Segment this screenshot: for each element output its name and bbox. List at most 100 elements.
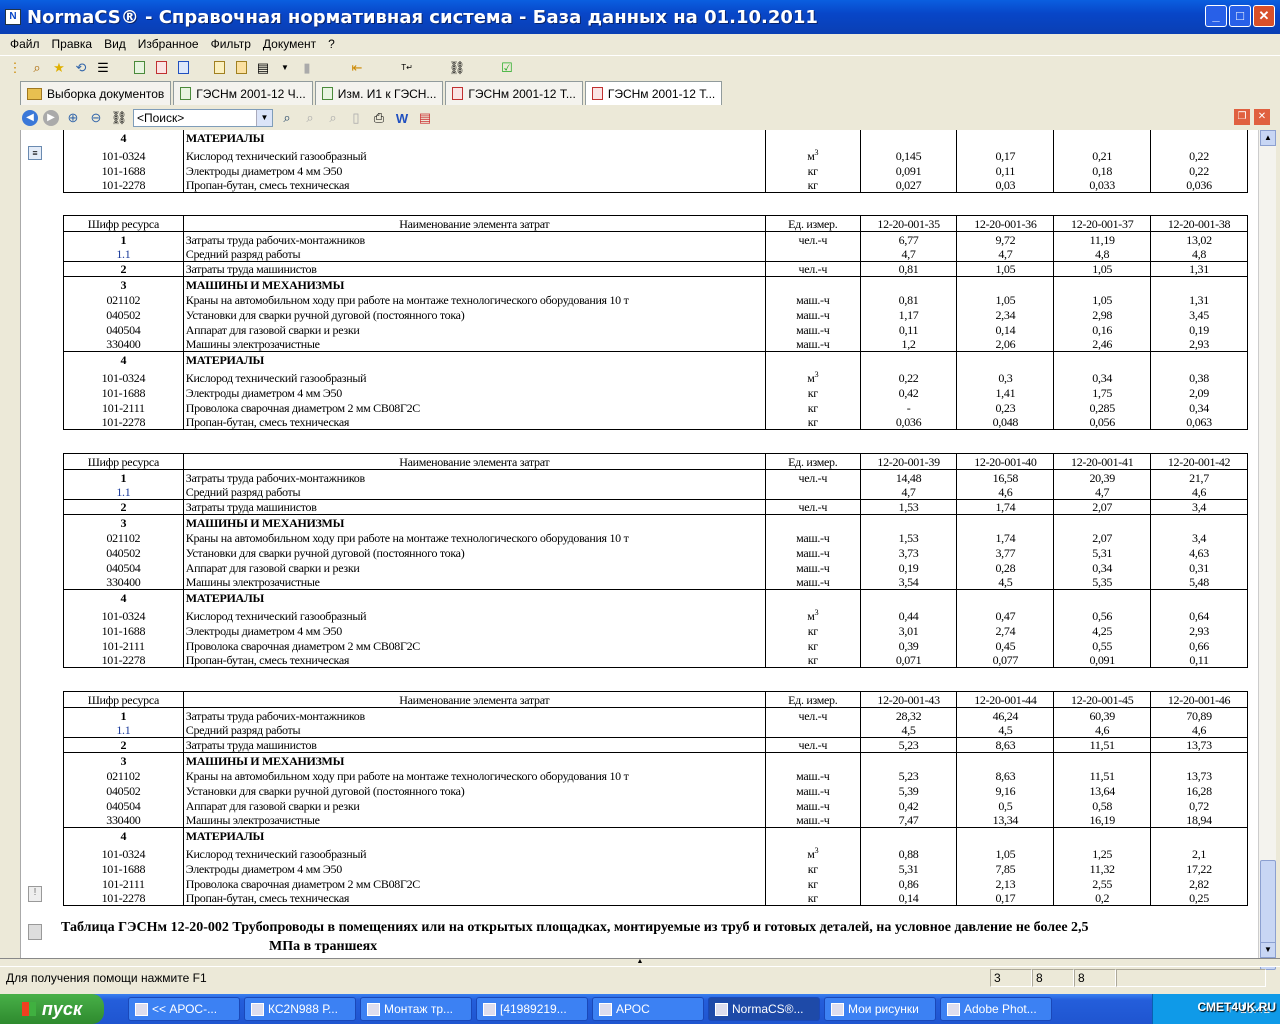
menu-edit[interactable]: Правка bbox=[46, 37, 99, 51]
value-cell bbox=[1150, 589, 1248, 605]
maximize-button[interactable]: □ bbox=[1229, 5, 1251, 27]
scroll-down-icon[interactable]: ▼ bbox=[1260, 942, 1276, 958]
tree-icon[interactable]: ⋮ bbox=[6, 59, 24, 77]
taskbar-item[interactable]: Мои рисунки bbox=[824, 997, 936, 1021]
tab-change-i1[interactable]: Изм. И1 к ГЭСН... bbox=[314, 81, 444, 105]
close-doc-icon[interactable]: ✕ bbox=[1254, 109, 1270, 125]
unit-cell: м3 bbox=[764, 144, 861, 163]
warning-icon[interactable]: ! bbox=[28, 886, 42, 902]
bookmark-icon[interactable]: ▤ bbox=[416, 109, 434, 127]
binoculars-icon[interactable]: ⌕ bbox=[28, 59, 46, 77]
taskbar-item[interactable]: << АРОС-... bbox=[128, 997, 240, 1021]
menu-bar: Файл Правка Вид Избранное Фильтр Докумен… bbox=[0, 34, 1280, 54]
menu-help[interactable]: ? bbox=[322, 37, 341, 51]
check-doc-icon[interactable]: ☑ bbox=[498, 59, 516, 77]
splitter[interactable]: ▲ bbox=[0, 958, 1280, 966]
taskbar-item[interactable]: Adobe Phot... bbox=[940, 997, 1052, 1021]
unit-cell: м3 bbox=[764, 366, 861, 385]
table-header-row: Шифр ресурса Наименование элемента затрат… bbox=[63, 215, 1248, 232]
close-button[interactable]: ✕ bbox=[1253, 5, 1275, 27]
tab-gesnm-1[interactable]: ГЭСНм 2001-12 Ч... bbox=[173, 81, 313, 105]
menu-favorites[interactable]: Избранное bbox=[132, 37, 205, 51]
value-cell: 4,5 bbox=[956, 722, 1055, 738]
scroll-up-icon[interactable]: ▲ bbox=[1260, 130, 1276, 146]
yellow-doc-icon[interactable] bbox=[210, 59, 228, 77]
menu-file[interactable]: Файл bbox=[4, 37, 46, 51]
taskbar-item[interactable]: Монтаж тр... bbox=[360, 997, 472, 1021]
note-icon[interactable] bbox=[28, 924, 42, 940]
doc-options-icon[interactable]: ▤ bbox=[254, 59, 272, 77]
value-cell: 0,033 bbox=[1053, 177, 1152, 193]
resource-code: 2 bbox=[63, 499, 184, 515]
star-icon[interactable]: ★ bbox=[50, 59, 68, 77]
resource-code: 101-2278 bbox=[63, 414, 184, 430]
value-cell: 4,7 bbox=[956, 246, 1055, 262]
blue-doc-icon[interactable] bbox=[174, 59, 192, 77]
watermark: СМЕТ4UK.RU bbox=[1197, 1000, 1276, 1014]
value-cell: 0,036 bbox=[1150, 177, 1248, 193]
taskbar-item[interactable]: АРОС bbox=[592, 997, 704, 1021]
value-cell: 0,17 bbox=[956, 144, 1055, 163]
unit-cell: чел.-ч bbox=[764, 469, 861, 485]
resource-table: Шифр ресурса Наименование элемента затрат… bbox=[63, 453, 1248, 668]
tab-gesnm-3[interactable]: ГЭСНм 2001-12 Т... bbox=[584, 81, 723, 105]
unit-cell: кг bbox=[764, 890, 861, 906]
menu-view[interactable]: Вид bbox=[98, 37, 132, 51]
history-icon[interactable]: ⟲ bbox=[72, 59, 90, 77]
contents-icon[interactable]: ≡ bbox=[28, 146, 42, 160]
group-header-row: 4 МАТЕРИАЛЫ bbox=[63, 827, 1248, 843]
minimize-button[interactable]: _ bbox=[1205, 5, 1227, 27]
link-check-icon[interactable]: ⛓ bbox=[110, 109, 128, 127]
list-icon[interactable]: ☰ bbox=[94, 59, 112, 77]
taskbar-item[interactable]: NormaCS®... bbox=[708, 997, 820, 1021]
menu-document[interactable]: Документ bbox=[257, 37, 322, 51]
zoom-in-icon[interactable]: ⊕ bbox=[64, 109, 82, 127]
value-cell: 1,31 bbox=[1150, 261, 1248, 277]
unit-cell: маш.-ч bbox=[764, 782, 861, 798]
link-icon[interactable]: ⛓ bbox=[448, 59, 466, 77]
start-button[interactable]: пуск bbox=[0, 994, 104, 1024]
search-input[interactable]: <Поиск> ▼ bbox=[133, 109, 273, 127]
red-doc-icon[interactable] bbox=[152, 59, 170, 77]
value-cell bbox=[1053, 827, 1152, 843]
resource-name: Кислород технический газообразный bbox=[182, 144, 766, 163]
print-icon[interactable]: ⎙ bbox=[370, 109, 388, 127]
unit-cell: кг bbox=[764, 399, 861, 415]
taskbar-item[interactable]: [41989219... bbox=[476, 997, 588, 1021]
dropdown-arrow-icon[interactable]: ▼ bbox=[276, 59, 294, 77]
value-cell: 2,55 bbox=[1053, 875, 1152, 891]
insert-icon[interactable]: ⇤ bbox=[348, 59, 366, 77]
value-cell bbox=[1150, 130, 1248, 145]
value-cell: 0,42 bbox=[859, 797, 958, 813]
value-cell: 16,28 bbox=[1150, 782, 1248, 798]
value-cell bbox=[1150, 351, 1248, 367]
green-doc-icon[interactable] bbox=[130, 59, 148, 77]
header-code: Шифр ресурса bbox=[63, 453, 184, 470]
tab-gesnm-2[interactable]: ГЭСНм 2001-12 Т... bbox=[445, 81, 583, 105]
resource-code: 1.1 bbox=[63, 722, 184, 738]
copy-doc-icon[interactable] bbox=[232, 59, 250, 77]
resource-name: МАТЕРИАЛЫ bbox=[182, 130, 766, 145]
vertical-scrollbar[interactable]: ▲ ▼ bbox=[1258, 130, 1276, 970]
value-cell: 3,73 bbox=[859, 544, 958, 560]
unit-cell: кг bbox=[764, 162, 861, 178]
resource-code: 101-1688 bbox=[63, 860, 184, 876]
text-icon[interactable]: T↵ bbox=[398, 59, 416, 77]
menu-filter[interactable]: Фильтр bbox=[205, 37, 257, 51]
resource-code: 330400 bbox=[63, 336, 184, 352]
word-icon[interactable]: W bbox=[393, 109, 411, 127]
value-cell bbox=[956, 276, 1055, 292]
restore-doc-icon[interactable]: ❐ bbox=[1234, 109, 1250, 125]
tab-selection[interactable]: Выборка документов bbox=[20, 81, 172, 105]
zoom-out-icon[interactable]: ⊖ bbox=[87, 109, 105, 127]
group-header-row: 3 МАШИНЫ И МЕХАНИЗМЫ bbox=[63, 276, 1248, 292]
app-icon bbox=[135, 1002, 148, 1016]
taskbar-item-label: [41989219... bbox=[500, 1002, 567, 1016]
status-cell: 8 bbox=[1074, 968, 1116, 987]
app-icon bbox=[831, 1002, 844, 1016]
binoculars-icon[interactable]: ⌕ bbox=[278, 109, 296, 127]
chevron-down-icon[interactable]: ▼ bbox=[256, 110, 272, 126]
back-icon[interactable]: ◀ bbox=[22, 110, 38, 126]
resource-name: Кислород технический газообразный bbox=[182, 842, 766, 861]
taskbar-item[interactable]: КС2N988 Р... bbox=[244, 997, 356, 1021]
